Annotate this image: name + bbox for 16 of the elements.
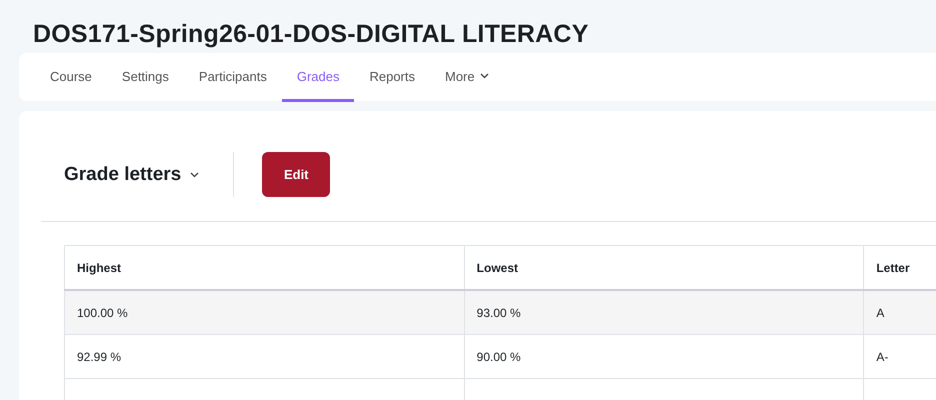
edit-button[interactable]: Edit bbox=[262, 152, 330, 197]
table-cell: 90.00 % bbox=[464, 334, 864, 378]
course-title: DOS171-Spring26-01-DOS-DIGITAL LITERACY bbox=[32, 19, 590, 50]
table-cell: 93.00 % bbox=[464, 290, 864, 334]
chevron-down-icon bbox=[480, 73, 489, 79]
table-cell: A bbox=[864, 290, 936, 334]
nav-tab[interactable]: Participants bbox=[184, 53, 282, 102]
nav-tab[interactable]: Grades bbox=[282, 53, 354, 102]
nav-tab[interactable]: Settings bbox=[106, 53, 184, 102]
table-cell: 100.00 % bbox=[64, 290, 464, 334]
nav-tab[interactable]: Course bbox=[35, 53, 107, 102]
page-selector[interactable]: Grade letters bbox=[64, 164, 200, 186]
nav-tab[interactable]: Reports bbox=[354, 53, 430, 102]
table-cell: 92.99 % bbox=[64, 334, 464, 378]
chevron-down-icon bbox=[190, 172, 200, 178]
nav-tab[interactable]: More bbox=[430, 53, 504, 102]
